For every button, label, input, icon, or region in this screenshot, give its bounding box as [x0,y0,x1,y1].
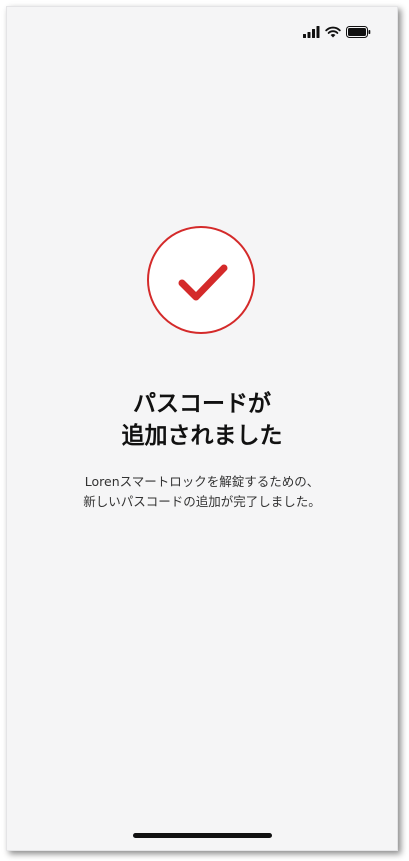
wifi-icon [325,26,341,38]
status-bar [303,25,371,39]
message-line-2: 新しいパスコードの追加が完了しました。 [83,494,321,509]
title-line-2: 追加されました [121,423,283,449]
page-title: パスコードが 追加されました [7,388,397,452]
success-badge [147,226,255,334]
message-line-1: Lorenスマートロックを解錠するための、 [84,474,320,489]
checkmark-icon [178,264,228,301]
phone-screen: パスコードが 追加されました Lorenスマートロックを解錠するための、 新しい… [6,6,398,851]
home-indicator[interactable] [133,833,272,838]
title-line-1: パスコードが [133,391,271,417]
cellular-signal-icon [303,26,320,38]
success-message: Lorenスマートロックを解錠するための、 新しいパスコードの追加が完了しました… [7,472,397,512]
battery-icon [346,26,371,38]
